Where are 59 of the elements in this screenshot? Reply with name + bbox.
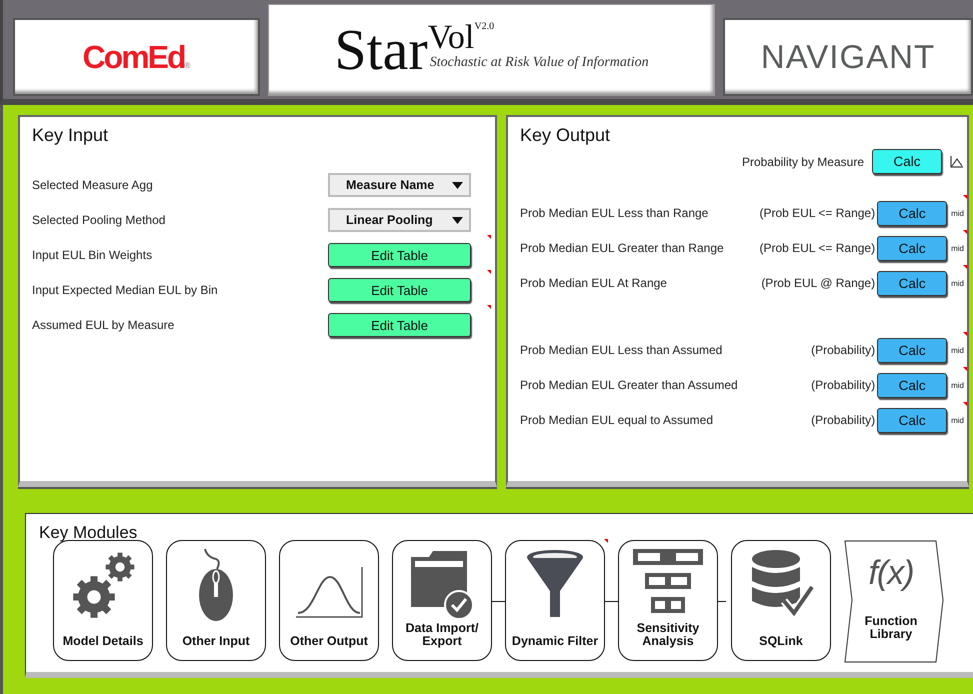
navigant-logo: NAVIGANT <box>760 38 936 76</box>
version-label: V2.0 <box>474 21 494 32</box>
calc-button[interactable]: Calc <box>877 408 948 432</box>
output-label: Prob Median EUL At Range <box>520 276 667 290</box>
output-label: Prob Median EUL equal to Assumed <box>520 413 714 427</box>
edit-table-button[interactable]: Edit Table <box>328 313 471 337</box>
calc-button[interactable]: Calc <box>877 270 948 296</box>
dropdown[interactable]: Linear Pooling <box>328 208 471 232</box>
input-label: Input Expected Median EUL by Bin <box>32 283 218 297</box>
app-title-raised: Vol <box>428 21 474 55</box>
module-button[interactable]: Dynamic Filter <box>505 540 605 661</box>
output-label: Prob Median EUL Less than Assumed <box>520 343 722 357</box>
module-label: Function Library <box>864 615 918 642</box>
output-label: Prob Median EUL Greater than Assumed <box>520 378 738 392</box>
mid-label: mid <box>951 346 964 354</box>
function-symbol: f(x) <box>868 554 914 593</box>
edit-table-button[interactable]: Edit Table <box>328 278 471 302</box>
comed-logo: ComEd <box>82 38 185 76</box>
input-label: Selected Measure Agg <box>32 178 153 192</box>
calc-button[interactable]: Calc <box>877 338 948 362</box>
output-label: Prob Median EUL Greater than Range <box>520 241 724 255</box>
app-subtitle: Stochastic at Risk Value of Information <box>430 55 649 71</box>
registered-mark: ® <box>184 61 190 70</box>
module-button[interactable]: Data Import/ Export <box>392 540 492 661</box>
input-label: Input EUL Bin Weights <box>32 248 152 262</box>
output-label: Prob Median EUL Less than Range <box>520 206 708 220</box>
module-button[interactable]: Sensitivity Analysis <box>618 540 718 661</box>
output-hint: (Prob EUL <= Range) <box>759 206 876 220</box>
edit-table-button[interactable]: Edit Table <box>328 243 471 267</box>
module-button[interactable]: Other Output <box>279 540 379 661</box>
mid-label: mid <box>951 208 964 218</box>
input-label: Selected Pooling Method <box>32 213 166 227</box>
mid-label: mid <box>951 244 964 252</box>
app-title: Star <box>334 21 428 79</box>
calc-button[interactable]: Calc <box>877 372 948 398</box>
module-button[interactable]: Model Details <box>53 540 153 661</box>
caret-icon <box>452 216 463 224</box>
function-library-button[interactable]: f(x) Function Library <box>844 540 944 664</box>
output-label: Probability by Measure <box>742 154 864 168</box>
mid-label: mid <box>951 380 964 390</box>
chart-icon <box>950 156 964 168</box>
module-button[interactable]: SQLink <box>731 540 831 661</box>
output-hint: (Prob EUL @ Range) <box>761 276 876 290</box>
mid-label: mid <box>951 416 964 424</box>
output-hint: (Probability) <box>811 413 876 427</box>
caret-icon <box>452 182 463 188</box>
calc-button[interactable]: Calc <box>877 200 948 226</box>
calc-button[interactable]: Calc <box>877 236 948 260</box>
output-hint: (Probability) <box>811 343 876 357</box>
output-hint: (Probability) <box>811 378 876 392</box>
output-hint: (Prob EUL <= Range) <box>759 241 876 255</box>
mid-label: mid <box>951 278 964 288</box>
dropdown[interactable]: Measure Name <box>328 173 471 197</box>
panel-title: Key Output <box>520 125 610 146</box>
panel-title: Key Input <box>32 125 108 146</box>
module-button[interactable]: Other Input <box>166 540 266 661</box>
panel-title: Key Modules <box>39 523 138 543</box>
calc-button[interactable]: Calc <box>872 149 942 174</box>
input-label: Assumed EUL by Measure <box>32 318 174 332</box>
